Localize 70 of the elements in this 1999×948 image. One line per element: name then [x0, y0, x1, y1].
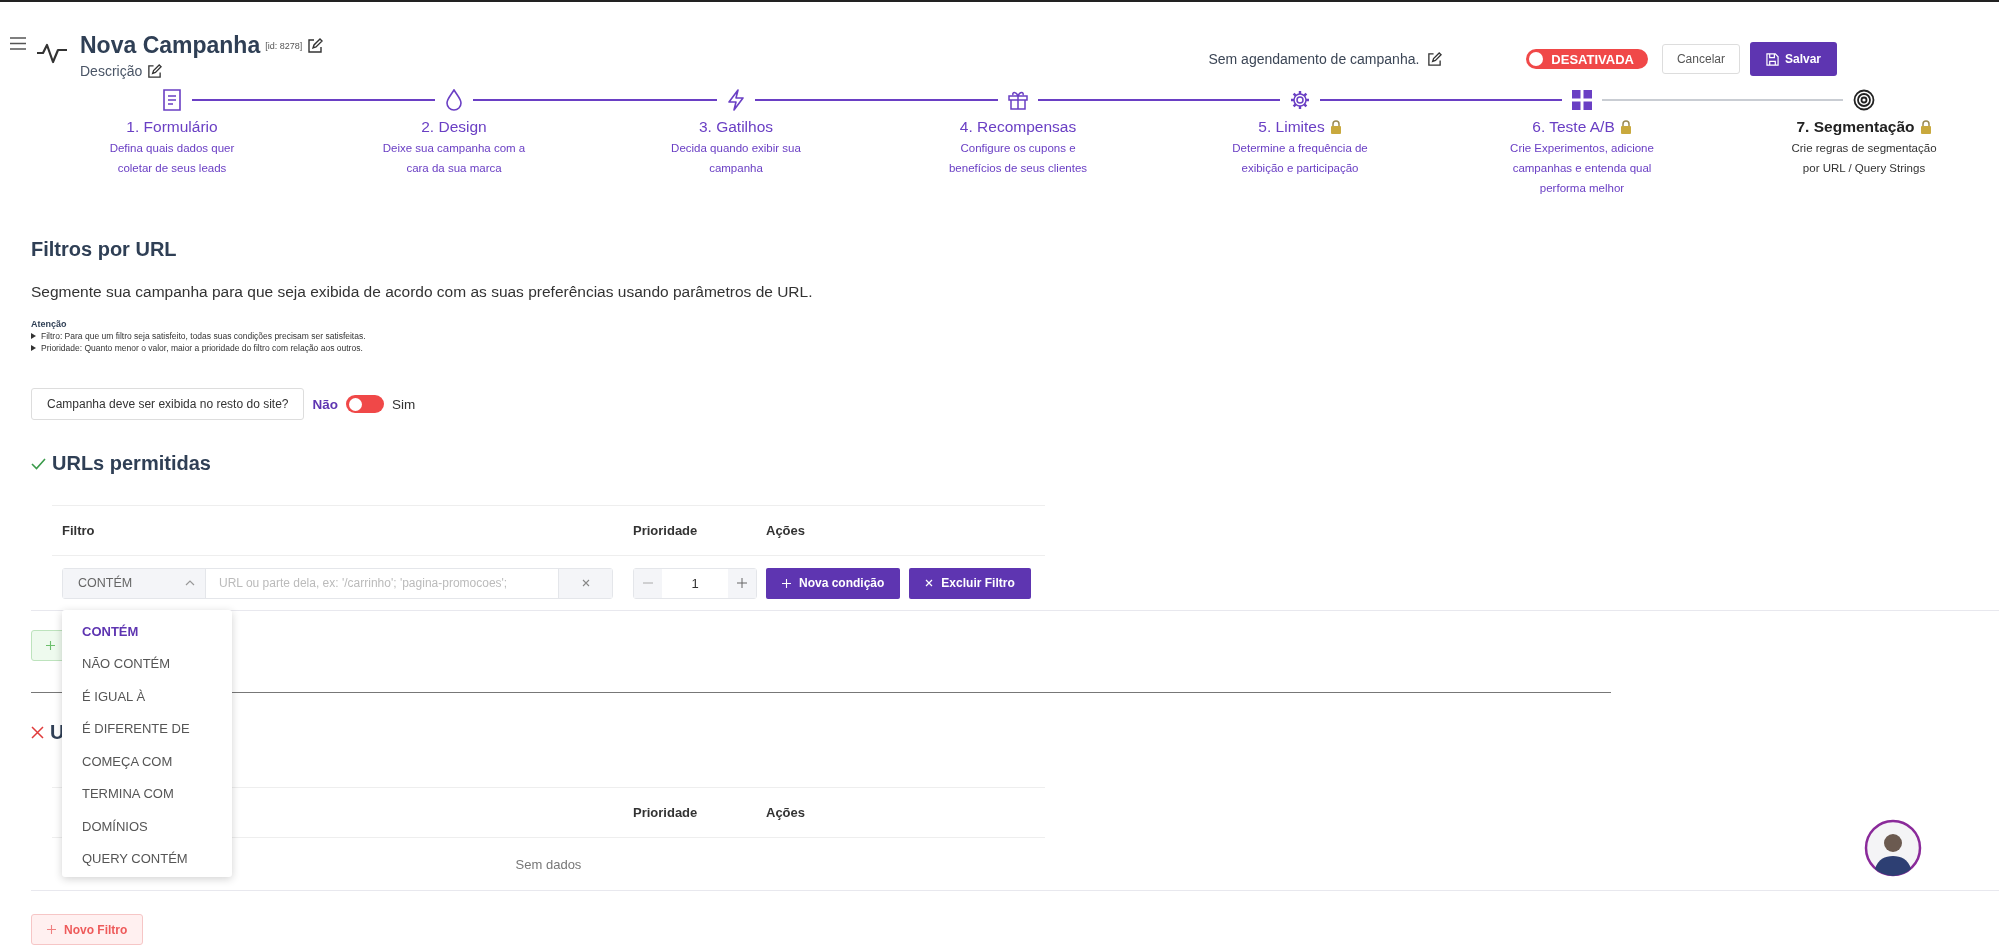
- step-description: Crie Experimentos, adicione campanhas e entenda qual performa melhor: [1509, 141, 1655, 196]
- step-title[interactable]: 7. Segmentação: [1796, 118, 1915, 136]
- on-label: Sim: [392, 396, 416, 412]
- step-title[interactable]: 3. Gatilhos: [698, 118, 774, 136]
- empty-message: Sem dados: [515, 856, 582, 872]
- close-icon: [31, 726, 44, 739]
- question-label: Campanha deve ser exibida no resto do site?: [31, 388, 305, 420]
- minus-icon: [643, 582, 653, 584]
- section-title: Filtros por URL: [31, 238, 178, 261]
- new-condition-button[interactable]: Nova condição: [766, 567, 901, 599]
- plus-icon: [47, 925, 56, 934]
- menu-icon[interactable]: [10, 37, 26, 50]
- column-header: Prioridade: [633, 523, 699, 538]
- grid-icon[interactable]: [1572, 90, 1592, 110]
- column-header: Ações: [766, 805, 806, 820]
- step-title[interactable]: 1. Formulário: [126, 118, 218, 136]
- close-icon: [925, 579, 934, 587]
- menu-option[interactable]: NÃO CONTÉM: [62, 647, 232, 680]
- step-description: Determine a frequência de exibição e participação: [1231, 141, 1369, 176]
- check-icon: [31, 457, 46, 470]
- delete-filter-button[interactable]: Excluir Filtro: [909, 567, 1031, 599]
- step-description: Deixe sua campanha com a cara da sua marca: [381, 141, 527, 176]
- off-label: Não: [312, 396, 338, 412]
- step-title[interactable]: 4. Recompensas: [959, 118, 1077, 136]
- save-button[interactable]: Salvar: [1749, 42, 1837, 76]
- column-header: Prioridade: [633, 805, 699, 820]
- menu-option[interactable]: É DIFERENTE DE: [62, 712, 232, 745]
- column-header: Ações: [766, 523, 806, 538]
- avatar[interactable]: [1864, 819, 1922, 877]
- menu-option[interactable]: COMEÇA COM: [62, 745, 232, 778]
- section-description: Segmente sua campanha para que seja exibida de acordo com as suas preferências usando parâmetros de URL.: [31, 283, 814, 301]
- lightning-icon[interactable]: [727, 89, 745, 111]
- target-icon[interactable]: [1853, 89, 1875, 111]
- plus-icon: [782, 578, 791, 588]
- floppy-icon: [1765, 52, 1779, 66]
- step-description: Defina quais dados quer coletar de seus leads: [108, 141, 236, 176]
- campaign-id: [id: 8278]: [265, 40, 303, 51]
- edit-icon[interactable]: [307, 37, 324, 54]
- step-title[interactable]: 5. Limites: [1258, 118, 1325, 136]
- gear-icon[interactable]: [1290, 90, 1310, 110]
- description-label: Descrição: [80, 63, 143, 79]
- toggle-switch[interactable]: [346, 395, 384, 413]
- plus-icon: [737, 578, 747, 588]
- bullet-icon: [31, 333, 36, 339]
- step-description: Configure os cupons e benefícios de seus clientes: [947, 141, 1089, 176]
- schedule-text: Sem agendamento de campanha.: [1208, 51, 1420, 67]
- step-title[interactable]: 2. Design: [421, 118, 487, 136]
- edit-icon[interactable]: [1427, 51, 1443, 67]
- notice-text: Filtro: Para que um filtro seja satisfeito, todas suas condições precisam ser satisfeitas.: [41, 331, 366, 341]
- menu-option[interactable]: TERMINA COM: [62, 777, 232, 810]
- bullet-icon: [31, 345, 36, 351]
- menu-option[interactable]: É IGUAL À: [62, 680, 232, 713]
- menu-option[interactable]: QUERY CONTÉM: [62, 842, 232, 875]
- gift-icon[interactable]: [1008, 90, 1028, 110]
- step-title[interactable]: 6. Teste A/B: [1532, 118, 1615, 136]
- edit-icon[interactable]: [147, 63, 163, 79]
- cancel-button[interactable]: Cancelar: [1661, 44, 1740, 74]
- document-icon[interactable]: [162, 89, 182, 111]
- droplet-icon[interactable]: [445, 89, 463, 111]
- status-toggle[interactable]: DESATIVADA: [1526, 49, 1648, 69]
- campaign-title: Nova Campanha: [80, 32, 261, 59]
- step-description: Decida quando exibir sua campanha: [670, 141, 802, 176]
- notice-title: Atenção: [31, 319, 68, 329]
- plus-icon: [46, 641, 55, 650]
- notice-text: Prioridade: Quanto menor o valor, maior a prioridade do filtro com relação aos outros.: [41, 343, 363, 353]
- column-header: Filtro: [62, 523, 96, 538]
- menu-option[interactable]: CONTÉM: [62, 615, 232, 648]
- step-description: Crie regras de segmentação por URL / Query Strings: [1790, 141, 1938, 176]
- allowed-urls-title: URLs permitidas: [52, 452, 211, 475]
- menu-option[interactable]: DOMÍNIOS: [62, 810, 232, 843]
